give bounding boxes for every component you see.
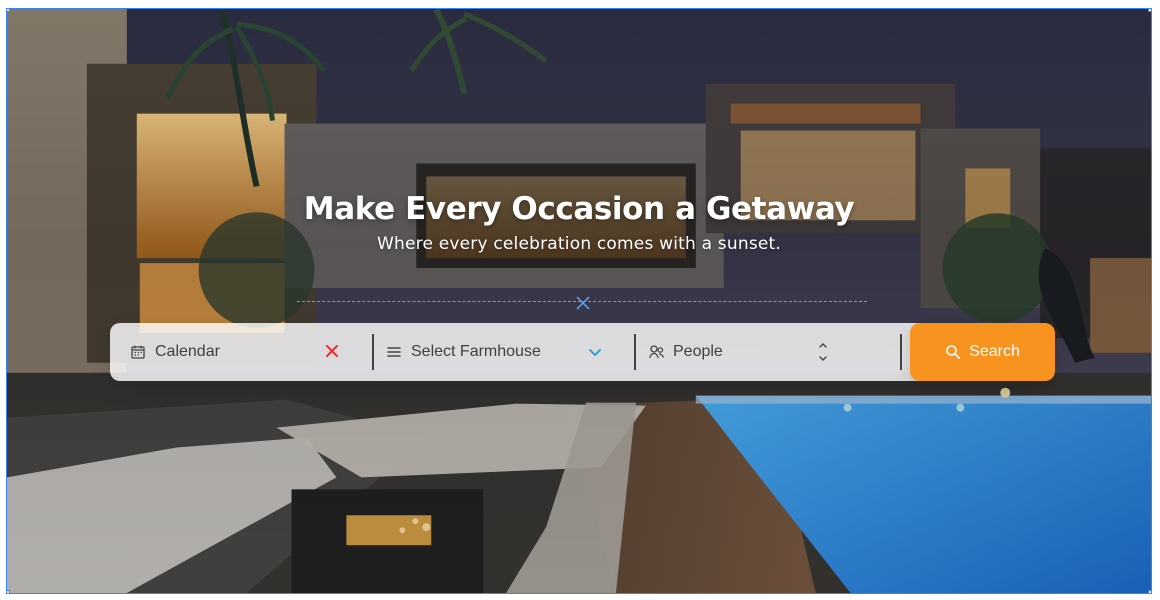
search-bar: Calendar Select Farmhouse People Search bbox=[110, 323, 1055, 381]
guide-marker-icon bbox=[576, 296, 590, 310]
resize-handle-top-left[interactable] bbox=[7, 9, 10, 12]
search-button-label: Search bbox=[969, 343, 1020, 360]
users-icon bbox=[649, 345, 665, 359]
chevron-down-icon[interactable] bbox=[587, 344, 603, 360]
search-icon bbox=[946, 345, 961, 359]
hero-subtitle: Where every celebration comes with a sun… bbox=[376, 234, 782, 254]
people-field[interactable]: People bbox=[648, 323, 823, 381]
search-divider-3 bbox=[900, 334, 902, 370]
search-divider-2 bbox=[634, 334, 636, 370]
resize-handle-bottom-left[interactable] bbox=[7, 590, 10, 593]
calendar-icon bbox=[131, 345, 145, 359]
farmhouse-select[interactable]: Select Farmhouse bbox=[386, 323, 611, 381]
hero-title: Make Every Occasion a Getaway bbox=[303, 191, 855, 227]
hero-section: Make Every Occasion a Getaway Where ever… bbox=[7, 9, 1151, 593]
farmhouse-label: Select Farmhouse bbox=[411, 343, 541, 360]
calendar-label: Calendar bbox=[155, 343, 220, 360]
resize-handle-top-right[interactable] bbox=[1148, 9, 1151, 12]
stepper-icon[interactable] bbox=[818, 338, 828, 366]
resize-handle-bottom-right[interactable] bbox=[1148, 590, 1151, 593]
menu-icon bbox=[387, 347, 401, 357]
search-button[interactable]: Search bbox=[910, 323, 1055, 381]
editor-frame: Make Every Occasion a Getaway Where ever… bbox=[6, 8, 1152, 594]
search-divider-1 bbox=[372, 334, 374, 370]
close-icon[interactable] bbox=[324, 343, 340, 359]
calendar-field[interactable]: Calendar bbox=[130, 323, 350, 381]
people-label: People bbox=[673, 343, 723, 360]
